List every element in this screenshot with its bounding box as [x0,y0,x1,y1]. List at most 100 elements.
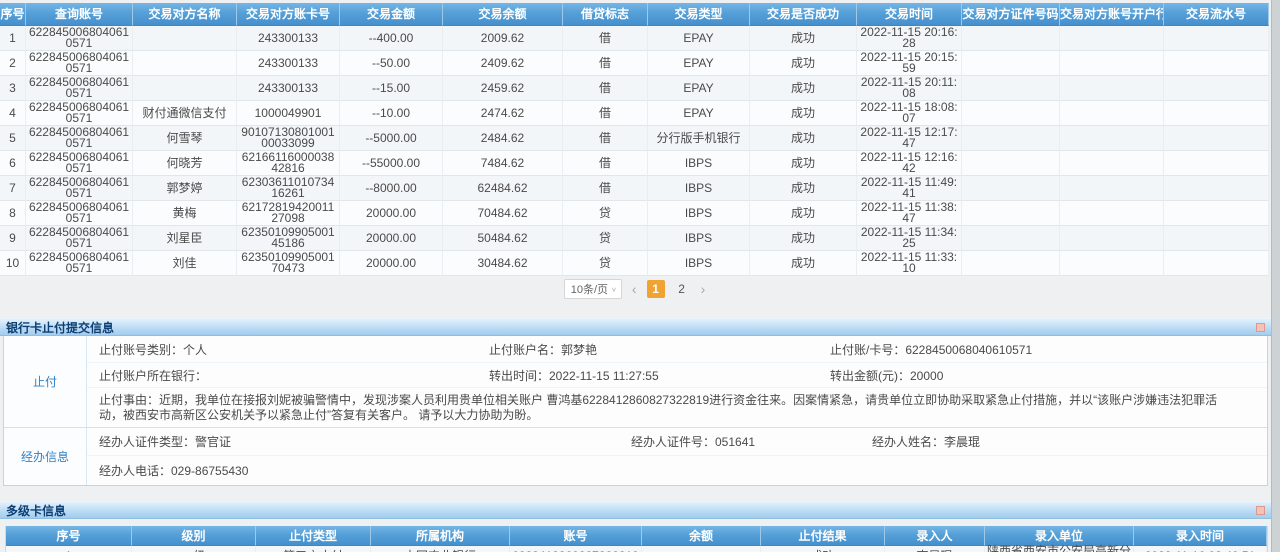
table-cell: 6228450068040610571 [26,151,133,176]
table-cell: EPAY [648,51,750,76]
table-cell: --15.00 [340,76,443,101]
table-cell [962,101,1060,126]
table-cell: 黄梅 [133,201,237,226]
table-cell [1060,26,1164,51]
table-cell [642,546,761,552]
table-cell: 1 [0,26,26,51]
table-cell: 成功 [750,126,857,151]
table-cell [1060,51,1164,76]
table-cell [962,51,1060,76]
table-cell: 贷 [563,201,648,226]
field-card-no: 止付账/卡号：6228450068040610571 [830,341,1267,358]
operator-group-label: 经办信息 [4,428,87,485]
table-cell: 6228450068040610571 [26,126,133,151]
table-cell: 6228450068040610571 [26,51,133,76]
table-cell: 2 [0,51,26,76]
table-row: 106228450068040610571刘佳62350109905001704… [0,251,1269,276]
column-header-counterparty-bank: 交易对方账号开户行 [1060,3,1164,26]
page-button-1[interactable]: 1 [647,280,665,298]
table-cell: 50484.62 [443,226,563,251]
table-cell: 6228450068040610571 [26,176,133,201]
table-cell: 2474.62 [443,101,563,126]
prev-page-arrow[interactable]: ‹ [630,280,639,298]
table-cell: 8 [0,201,26,226]
table-cell: 10 [0,251,26,276]
table-cell: 6235010990500145186 [237,226,340,251]
table-cell: --400.00 [340,26,443,51]
field-row: 经办人电话：029-86755430 [87,455,1267,485]
table-cell: 借 [563,126,648,151]
collapse-icon[interactable] [1256,323,1265,332]
table-cell: 20000.00 [340,251,443,276]
table-cell [133,26,237,51]
vertical-scrollbar[interactable] [1271,0,1280,552]
field-out-amount: 转出金额(元)：20000 [830,367,1267,384]
table-cell [962,201,1060,226]
table-cell: 2022-11-15 11:34:25 [857,226,962,251]
field-operator-cert-type: 经办人证件类型：警官证 [99,433,631,450]
table-cell: --55000.00 [340,151,443,176]
table-cell: 李晨琨 [885,546,985,552]
stop-payment-section-header: 银行卡止付提交信息 [0,318,1271,336]
table-cell: 2022-11-15 20:16:28 [857,26,962,51]
table-cell [1164,201,1269,226]
table-cell: 借 [563,76,648,101]
table-cell: 财付通微信支付 [133,101,237,126]
column-header-success: 交易是否成功 [750,3,857,26]
table-cell: 贷 [563,251,648,276]
table-cell: 6217281942001127098 [237,201,340,226]
field-operator-name: 经办人姓名：李晨琨 [872,433,1267,450]
stop-payment-group-label: 止付 [4,336,87,427]
column-header-level: 级别 [132,526,256,546]
table-row: 96228450068040610571刘星臣62350109905001451… [0,226,1269,251]
table-cell: 2009.62 [443,26,563,51]
page-button-2[interactable]: 2 [673,280,691,298]
table-cell: 70484.62 [443,201,563,226]
field-operator-phone: 经办人电话：029-86755430 [99,462,1267,479]
table-cell: 7484.62 [443,151,563,176]
table-cell [1164,51,1269,76]
app-window: 序号 查询账号 交易对方名称 交易对方账卡号 交易金额 交易余额 借贷标志 交易… [0,0,1280,552]
table-cell: EPAY [648,101,750,126]
table-cell: 借 [563,151,648,176]
table-cell: 何雪琴 [133,126,237,151]
multicard-section-title: 多级卡信息 [6,502,66,519]
table-cell: 6228450068040610571 [26,26,133,51]
table-cell: 贷 [563,226,648,251]
field-account-type: 止付账号类别：个人 [99,341,489,358]
table-cell [133,51,237,76]
table-cell: EPAY [648,76,750,101]
table-cell [1060,151,1164,176]
column-header-balance: 交易余额 [443,3,563,26]
column-header-balance: 余额 [642,526,761,546]
page-size-select[interactable]: 10条/页 ∨ [564,279,622,299]
table-cell [1164,26,1269,51]
collapse-icon[interactable] [1256,506,1265,515]
table-cell: --50.00 [340,51,443,76]
table-cell: 2459.62 [443,76,563,101]
column-header-account: 账号 [510,526,642,546]
table-cell [1164,226,1269,251]
table-cell [1164,176,1269,201]
field-row: 止付账户所在银行： 转出时间：2022-11-15 11:27:55 转出金额(… [87,362,1267,387]
table-cell: 2022-11-15 11:49:41 [857,176,962,201]
table-cell: 6235010990500170473 [237,251,340,276]
column-header-debit-credit-flag: 借贷标志 [563,3,648,26]
table-cell [962,126,1060,151]
table-cell: 6216611600003842816 [237,151,340,176]
table-cell: 2022-11-15 11:33:10 [857,251,962,276]
table-cell: 成功 [750,201,857,226]
next-page-arrow[interactable]: › [699,280,708,298]
table-cell: 借 [563,26,648,51]
table-cell [1060,176,1164,201]
table-cell: 6228450068040610571 [26,76,133,101]
table-cell: IBPS [648,201,750,226]
table-row: 36228450068040610571243300133--15.002459… [0,76,1269,101]
table-cell: IBPS [648,176,750,201]
column-header-time: 交易时间 [857,3,962,26]
table-cell [1060,126,1164,151]
table-cell: 成功 [750,251,857,276]
stop-payment-section-title: 银行卡止付提交信息 [6,319,114,336]
table-cell: 郭梦婷 [133,176,237,201]
table-cell [962,176,1060,201]
